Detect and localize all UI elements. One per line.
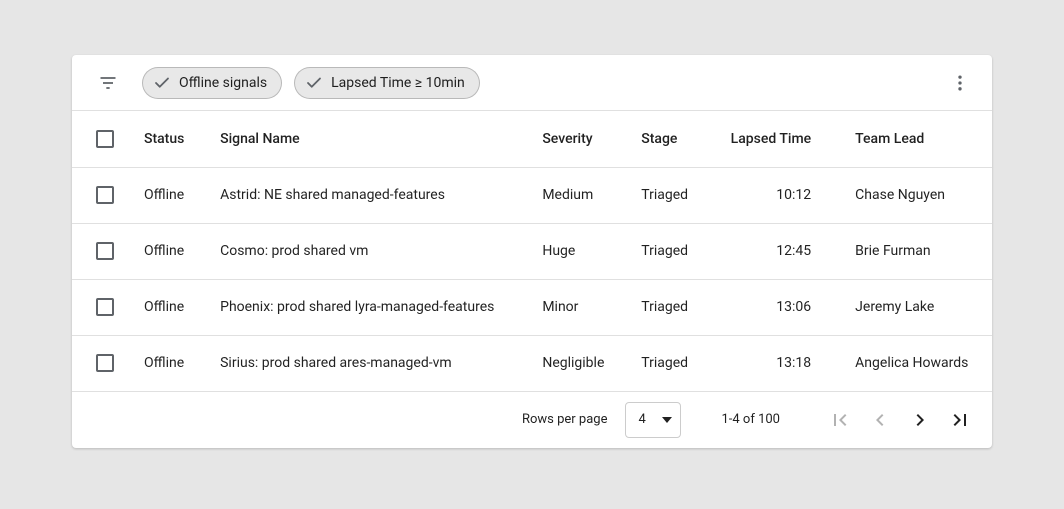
chip-offline-signals[interactable]: Offline signals [142,67,282,99]
first-page-button[interactable] [820,400,860,440]
col-severity[interactable]: Severity [526,111,625,167]
cell-status: Offline [128,223,204,279]
cell-stage: Triaged [625,223,708,279]
cell-stage: Triaged [625,335,708,391]
more-menu-button[interactable] [940,63,980,103]
cell-lapsed-time: 13:06 [708,279,839,335]
table-row[interactable]: Offline Cosmo: prod shared vm Huge Triag… [72,223,992,279]
cell-signal-name: Sirius: prod shared ares-managed-vm [204,335,526,391]
pagination-range: 1-4 of 100 [721,412,780,427]
chevron-right-icon [908,408,932,432]
cell-stage: Triaged [625,279,708,335]
check-icon [305,74,323,92]
last-page-icon [948,408,972,432]
col-signal-name[interactable]: Signal Name [204,111,526,167]
cell-severity: Medium [526,167,625,223]
rows-per-page-select[interactable]: 4 [625,402,681,438]
cell-status: Offline [128,167,204,223]
next-page-button[interactable] [900,400,940,440]
prev-page-button[interactable] [860,400,900,440]
cell-stage: Triaged [625,167,708,223]
pagination: Rows per page 4 1-4 of 100 [72,392,992,448]
table-header-row: Status Signal Name Severity Stage Lapsed… [72,111,992,167]
select-all-checkbox[interactable] [96,130,114,148]
col-lapsed-time[interactable]: Lapsed Time [708,111,839,167]
cell-team-lead: Jeremy Lake [839,279,992,335]
cell-signal-name: Astrid: NE shared managed-features [204,167,526,223]
row-checkbox[interactable] [96,242,114,260]
rows-per-page-label: Rows per page [522,412,608,427]
table-row[interactable]: Offline Phoenix: prod shared lyra-manage… [72,279,992,335]
chevron-left-icon [868,408,892,432]
toolbar: Offline signals Lapsed Time ≥ 10min [72,55,992,111]
row-checkbox[interactable] [96,354,114,372]
signals-table: Status Signal Name Severity Stage Lapsed… [72,111,992,392]
col-team-lead[interactable]: Team Lead [839,111,992,167]
more-vert-icon [950,73,970,93]
table-row[interactable]: Offline Sirius: prod shared ares-managed… [72,335,992,391]
cell-team-lead: Angelica Howards [839,335,992,391]
dropdown-icon [662,417,672,423]
cell-severity: Minor [526,279,625,335]
cell-signal-name: Phoenix: prod shared lyra-managed-featur… [204,279,526,335]
cell-lapsed-time: 12:45 [708,223,839,279]
table-row[interactable]: Offline Astrid: NE shared managed-featur… [72,167,992,223]
cell-lapsed-time: 10:12 [708,167,839,223]
col-status[interactable]: Status [128,111,204,167]
rows-per-page-value: 4 [638,412,645,427]
data-table-card: Offline signals Lapsed Time ≥ 10min Stat… [72,55,992,448]
cell-status: Offline [128,279,204,335]
cell-signal-name: Cosmo: prod shared vm [204,223,526,279]
filter-icon[interactable] [96,71,120,95]
cell-lapsed-time: 13:18 [708,335,839,391]
chip-label: Lapsed Time ≥ 10min [331,75,465,91]
row-checkbox[interactable] [96,298,114,316]
cell-status: Offline [128,335,204,391]
chip-lapsed-time[interactable]: Lapsed Time ≥ 10min [294,67,480,99]
last-page-button[interactable] [940,400,980,440]
col-stage[interactable]: Stage [625,111,708,167]
cell-team-lead: Brie Furman [839,223,992,279]
check-icon [153,74,171,92]
chip-label: Offline signals [179,75,267,91]
cell-severity: Huge [526,223,625,279]
cell-severity: Negligible [526,335,625,391]
row-checkbox[interactable] [96,186,114,204]
first-page-icon [828,408,852,432]
cell-team-lead: Chase Nguyen [839,167,992,223]
